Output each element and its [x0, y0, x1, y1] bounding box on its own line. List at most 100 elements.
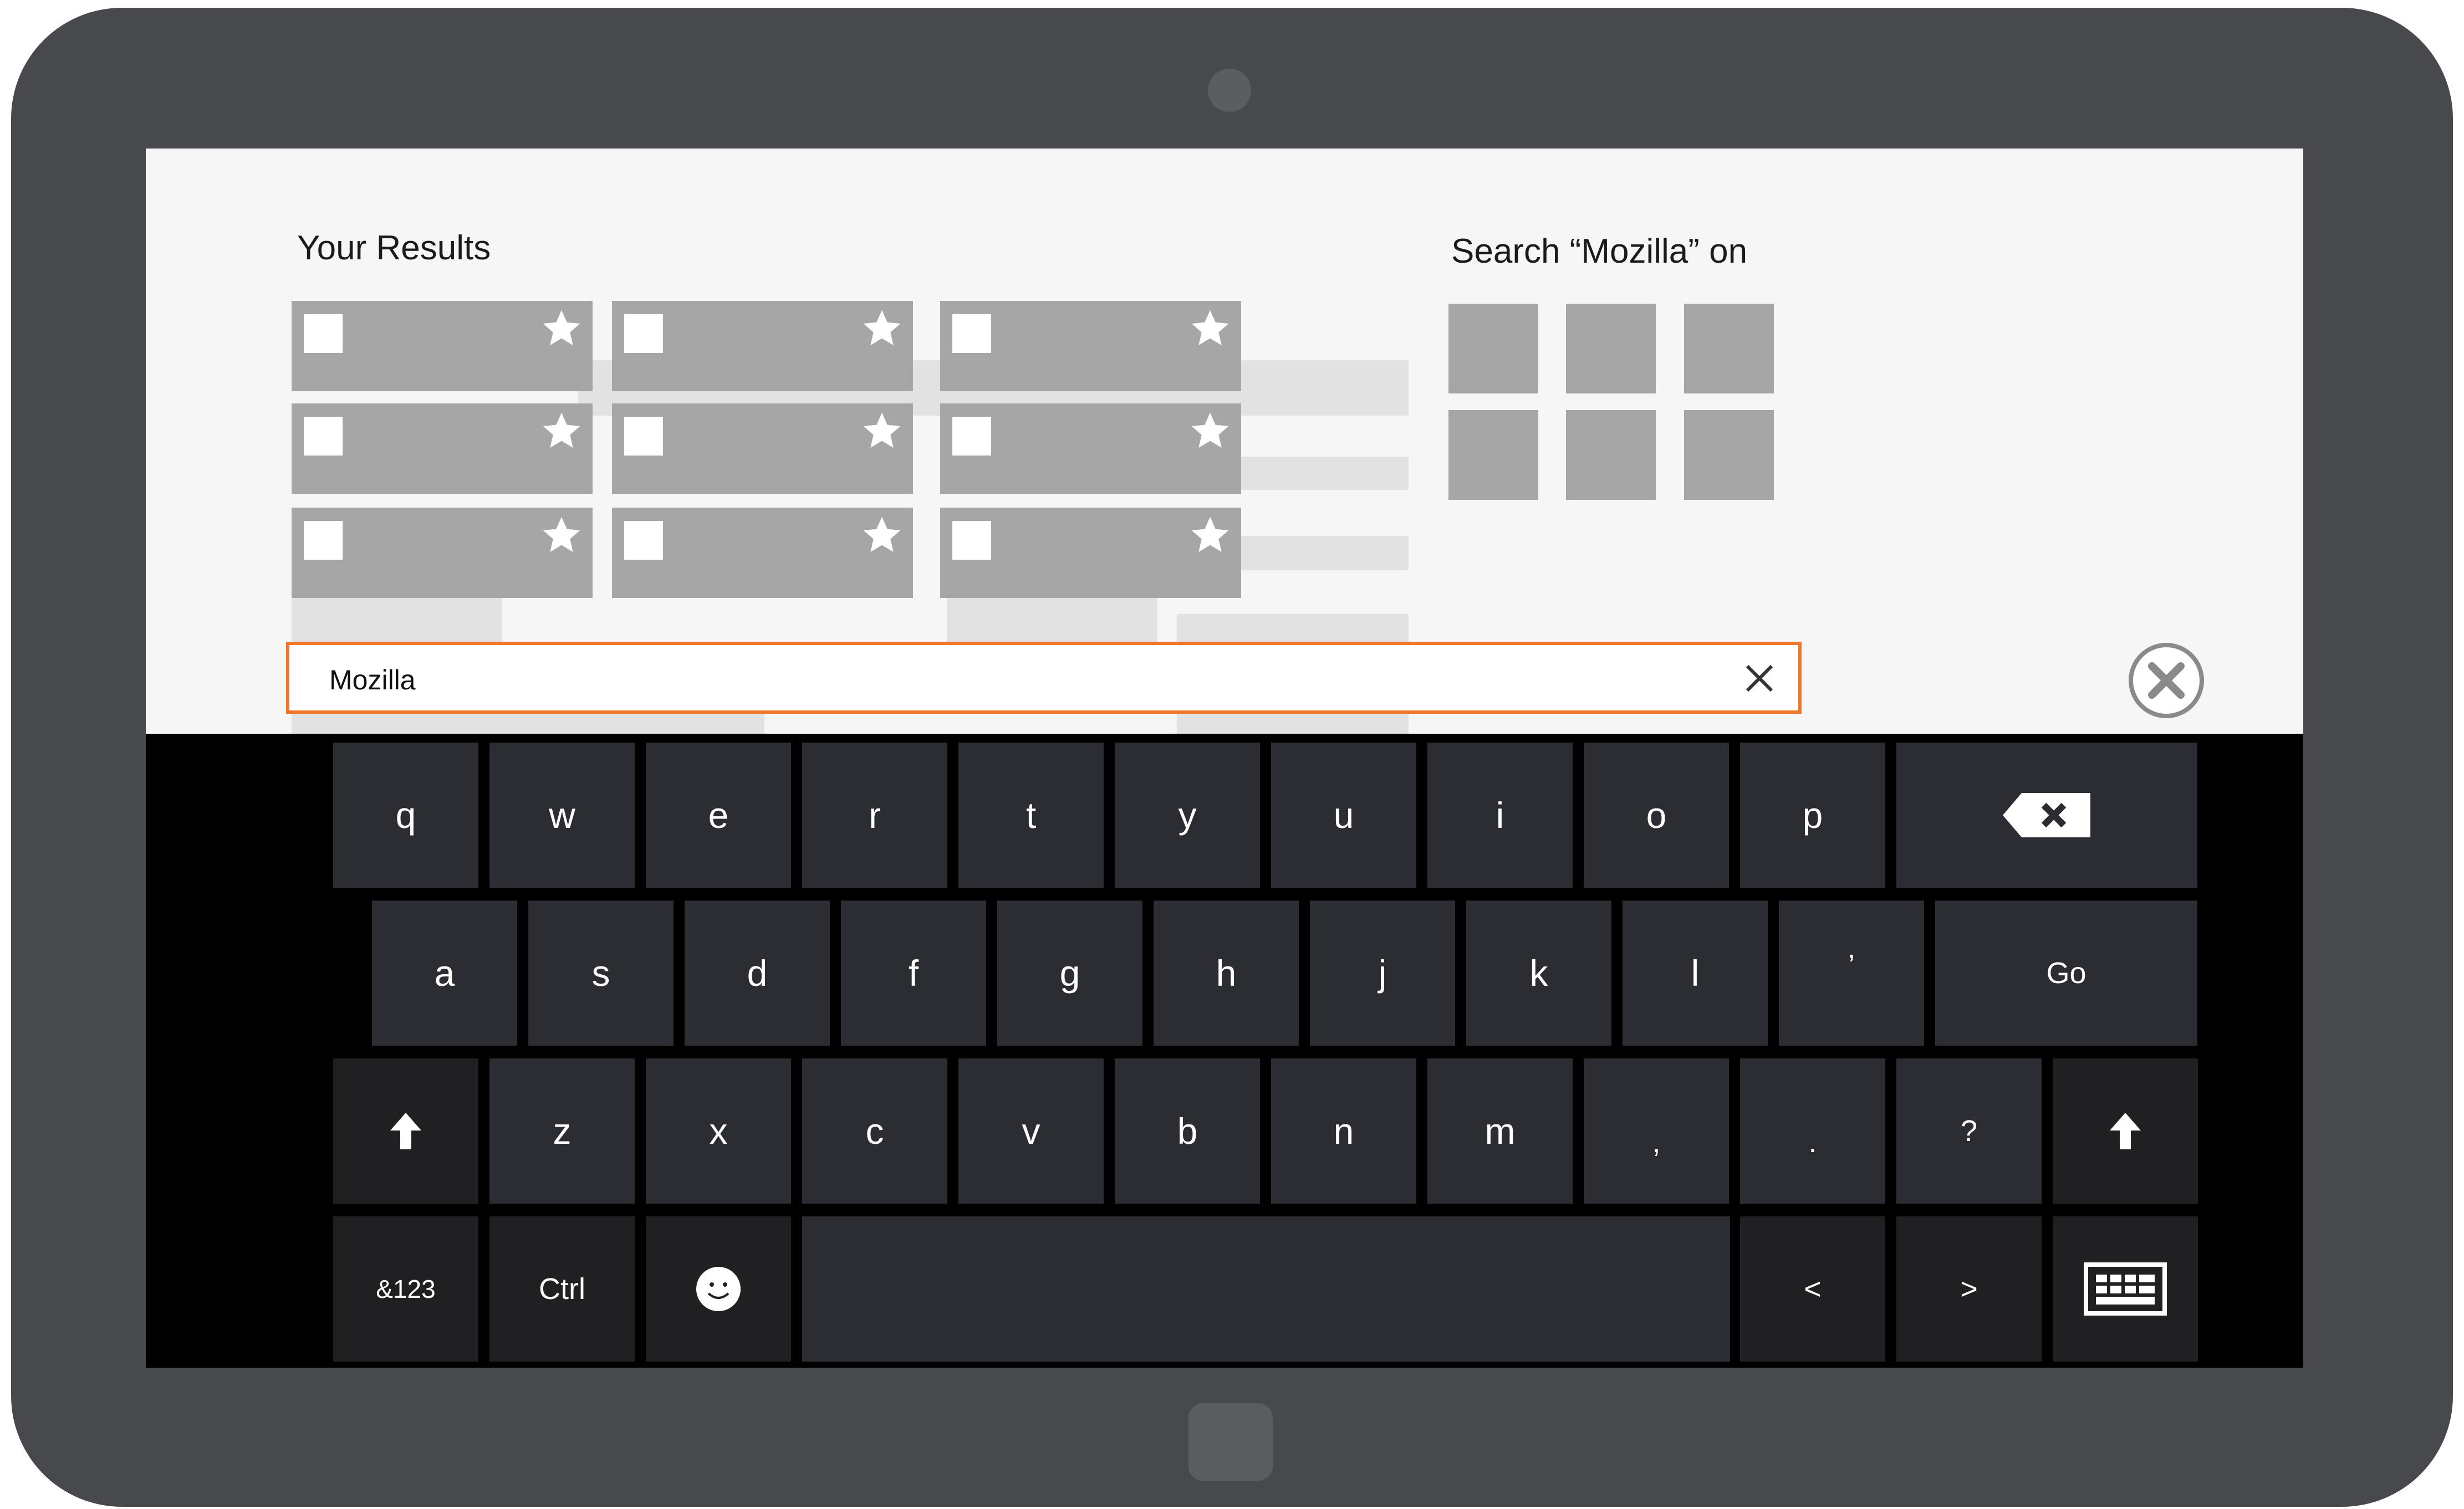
key-l[interactable]: l — [1623, 901, 1768, 1046]
shift-left-key[interactable] — [333, 1058, 478, 1204]
star-icon[interactable] — [539, 306, 584, 351]
result-tile[interactable] — [292, 403, 593, 494]
key-w[interactable]: w — [489, 743, 635, 888]
go-key[interactable]: Go — [1935, 901, 2197, 1046]
key-c[interactable]: c — [802, 1058, 947, 1204]
key-i[interactable]: i — [1427, 743, 1573, 888]
key-t[interactable]: t — [958, 743, 1104, 888]
search-input-value: Mozilla — [329, 664, 416, 695]
key-o[interactable]: o — [1584, 743, 1729, 888]
ctrl-key[interactable]: Ctrl — [489, 1216, 635, 1362]
numbers-key-label: &123 — [376, 1275, 436, 1303]
key-f[interactable]: f — [841, 901, 986, 1046]
key-label: < — [1804, 1272, 1822, 1306]
key-u[interactable]: u — [1271, 743, 1416, 888]
search-provider-tile[interactable] — [1566, 410, 1656, 500]
star-icon[interactable] — [860, 513, 904, 557]
key-label: x — [709, 1111, 728, 1152]
star-icon[interactable] — [860, 306, 904, 351]
key-n[interactable]: n — [1271, 1058, 1416, 1204]
space-bar[interactable] — [802, 1216, 1730, 1362]
key-v[interactable]: v — [958, 1058, 1104, 1204]
tile-checkbox[interactable] — [304, 521, 343, 560]
tile-checkbox[interactable] — [624, 521, 663, 560]
tile-checkbox[interactable] — [952, 417, 991, 456]
camera-lens — [1208, 69, 1251, 112]
key-y[interactable]: y — [1115, 743, 1260, 888]
tile-checkbox[interactable] — [304, 417, 343, 456]
search-provider-tile[interactable] — [1448, 410, 1538, 500]
right-arrow-key[interactable]: > — [1896, 1216, 2042, 1362]
result-tile[interactable] — [612, 508, 913, 598]
tile-checkbox[interactable] — [624, 417, 663, 456]
result-tile[interactable] — [612, 301, 913, 391]
key-label: j — [1378, 953, 1387, 994]
key-z[interactable]: z — [489, 1058, 635, 1204]
search-provider-tile[interactable] — [1448, 304, 1538, 393]
key-question[interactable]: ? — [1896, 1058, 2042, 1204]
result-tile[interactable] — [940, 301, 1241, 391]
key-b[interactable]: b — [1115, 1058, 1260, 1204]
key-label: a — [434, 953, 455, 994]
key-label: q — [395, 795, 416, 836]
search-provider-tile[interactable] — [1684, 410, 1774, 500]
ghost-row — [1230, 536, 1409, 570]
tile-checkbox[interactable] — [624, 314, 663, 353]
key-s[interactable]: s — [528, 901, 674, 1046]
circle-close-icon[interactable] — [2128, 642, 2205, 719]
key-x[interactable]: x — [646, 1058, 791, 1204]
star-icon[interactable] — [1188, 513, 1232, 557]
star-icon[interactable] — [539, 513, 584, 557]
key-m[interactable]: m — [1427, 1058, 1573, 1204]
star-icon[interactable] — [1188, 409, 1232, 453]
key-label: i — [1496, 795, 1504, 836]
close-icon[interactable] — [1743, 662, 1776, 695]
key-e[interactable]: e — [646, 743, 791, 888]
key-k[interactable]: k — [1466, 901, 1611, 1046]
key-a[interactable]: a — [372, 901, 517, 1046]
numbers-key[interactable]: &123 — [333, 1216, 478, 1362]
left-arrow-key[interactable]: < — [1740, 1216, 1885, 1362]
emoji-key[interactable] — [646, 1216, 791, 1362]
result-tile[interactable] — [292, 301, 593, 391]
tile-checkbox[interactable] — [952, 521, 991, 560]
search-provider-tile[interactable] — [1566, 304, 1656, 393]
search-input[interactable]: Mozilla — [286, 642, 1802, 714]
tile-checkbox[interactable] — [304, 314, 343, 353]
key-label: d — [747, 953, 768, 994]
windows-home-button[interactable] — [1188, 1403, 1273, 1481]
key-j[interactable]: j — [1310, 901, 1455, 1046]
key-label: e — [708, 795, 729, 836]
key-label: l — [1691, 953, 1700, 994]
key-g[interactable]: g — [997, 901, 1142, 1046]
key-p[interactable]: p — [1740, 743, 1885, 888]
key-apostrophe[interactable]: ’ — [1779, 901, 1924, 1046]
tile-checkbox[interactable] — [952, 314, 991, 353]
key-label: > — [1960, 1272, 1978, 1306]
result-tile[interactable] — [940, 508, 1241, 598]
ctrl-key-label: Ctrl — [539, 1272, 585, 1306]
key-d[interactable]: d — [685, 901, 830, 1046]
search-providers-title: Search “Mozilla” on — [1451, 232, 1748, 270]
key-q[interactable]: q — [333, 743, 478, 888]
result-tile[interactable] — [612, 403, 913, 494]
key-comma[interactable]: , — [1584, 1058, 1729, 1204]
key-period[interactable]: . — [1740, 1058, 1885, 1204]
keyboard-icon — [2084, 1262, 2167, 1316]
key-label: b — [1177, 1111, 1198, 1152]
smiley-icon — [696, 1267, 741, 1311]
key-r[interactable]: r — [802, 743, 947, 888]
search-provider-tile[interactable] — [1684, 304, 1774, 393]
key-label: o — [1646, 795, 1667, 836]
star-icon[interactable] — [1188, 306, 1232, 351]
star-icon[interactable] — [860, 409, 904, 453]
backspace-key[interactable] — [1896, 743, 2197, 888]
shift-right-key[interactable] — [2053, 1058, 2198, 1204]
key-label: y — [1178, 795, 1197, 836]
result-tile[interactable] — [292, 508, 593, 598]
results-title: Your Results — [297, 229, 491, 267]
star-icon[interactable] — [539, 409, 584, 453]
keyboard-layout-key[interactable] — [2053, 1216, 2198, 1362]
result-tile[interactable] — [940, 403, 1241, 494]
key-h[interactable]: h — [1154, 901, 1299, 1046]
